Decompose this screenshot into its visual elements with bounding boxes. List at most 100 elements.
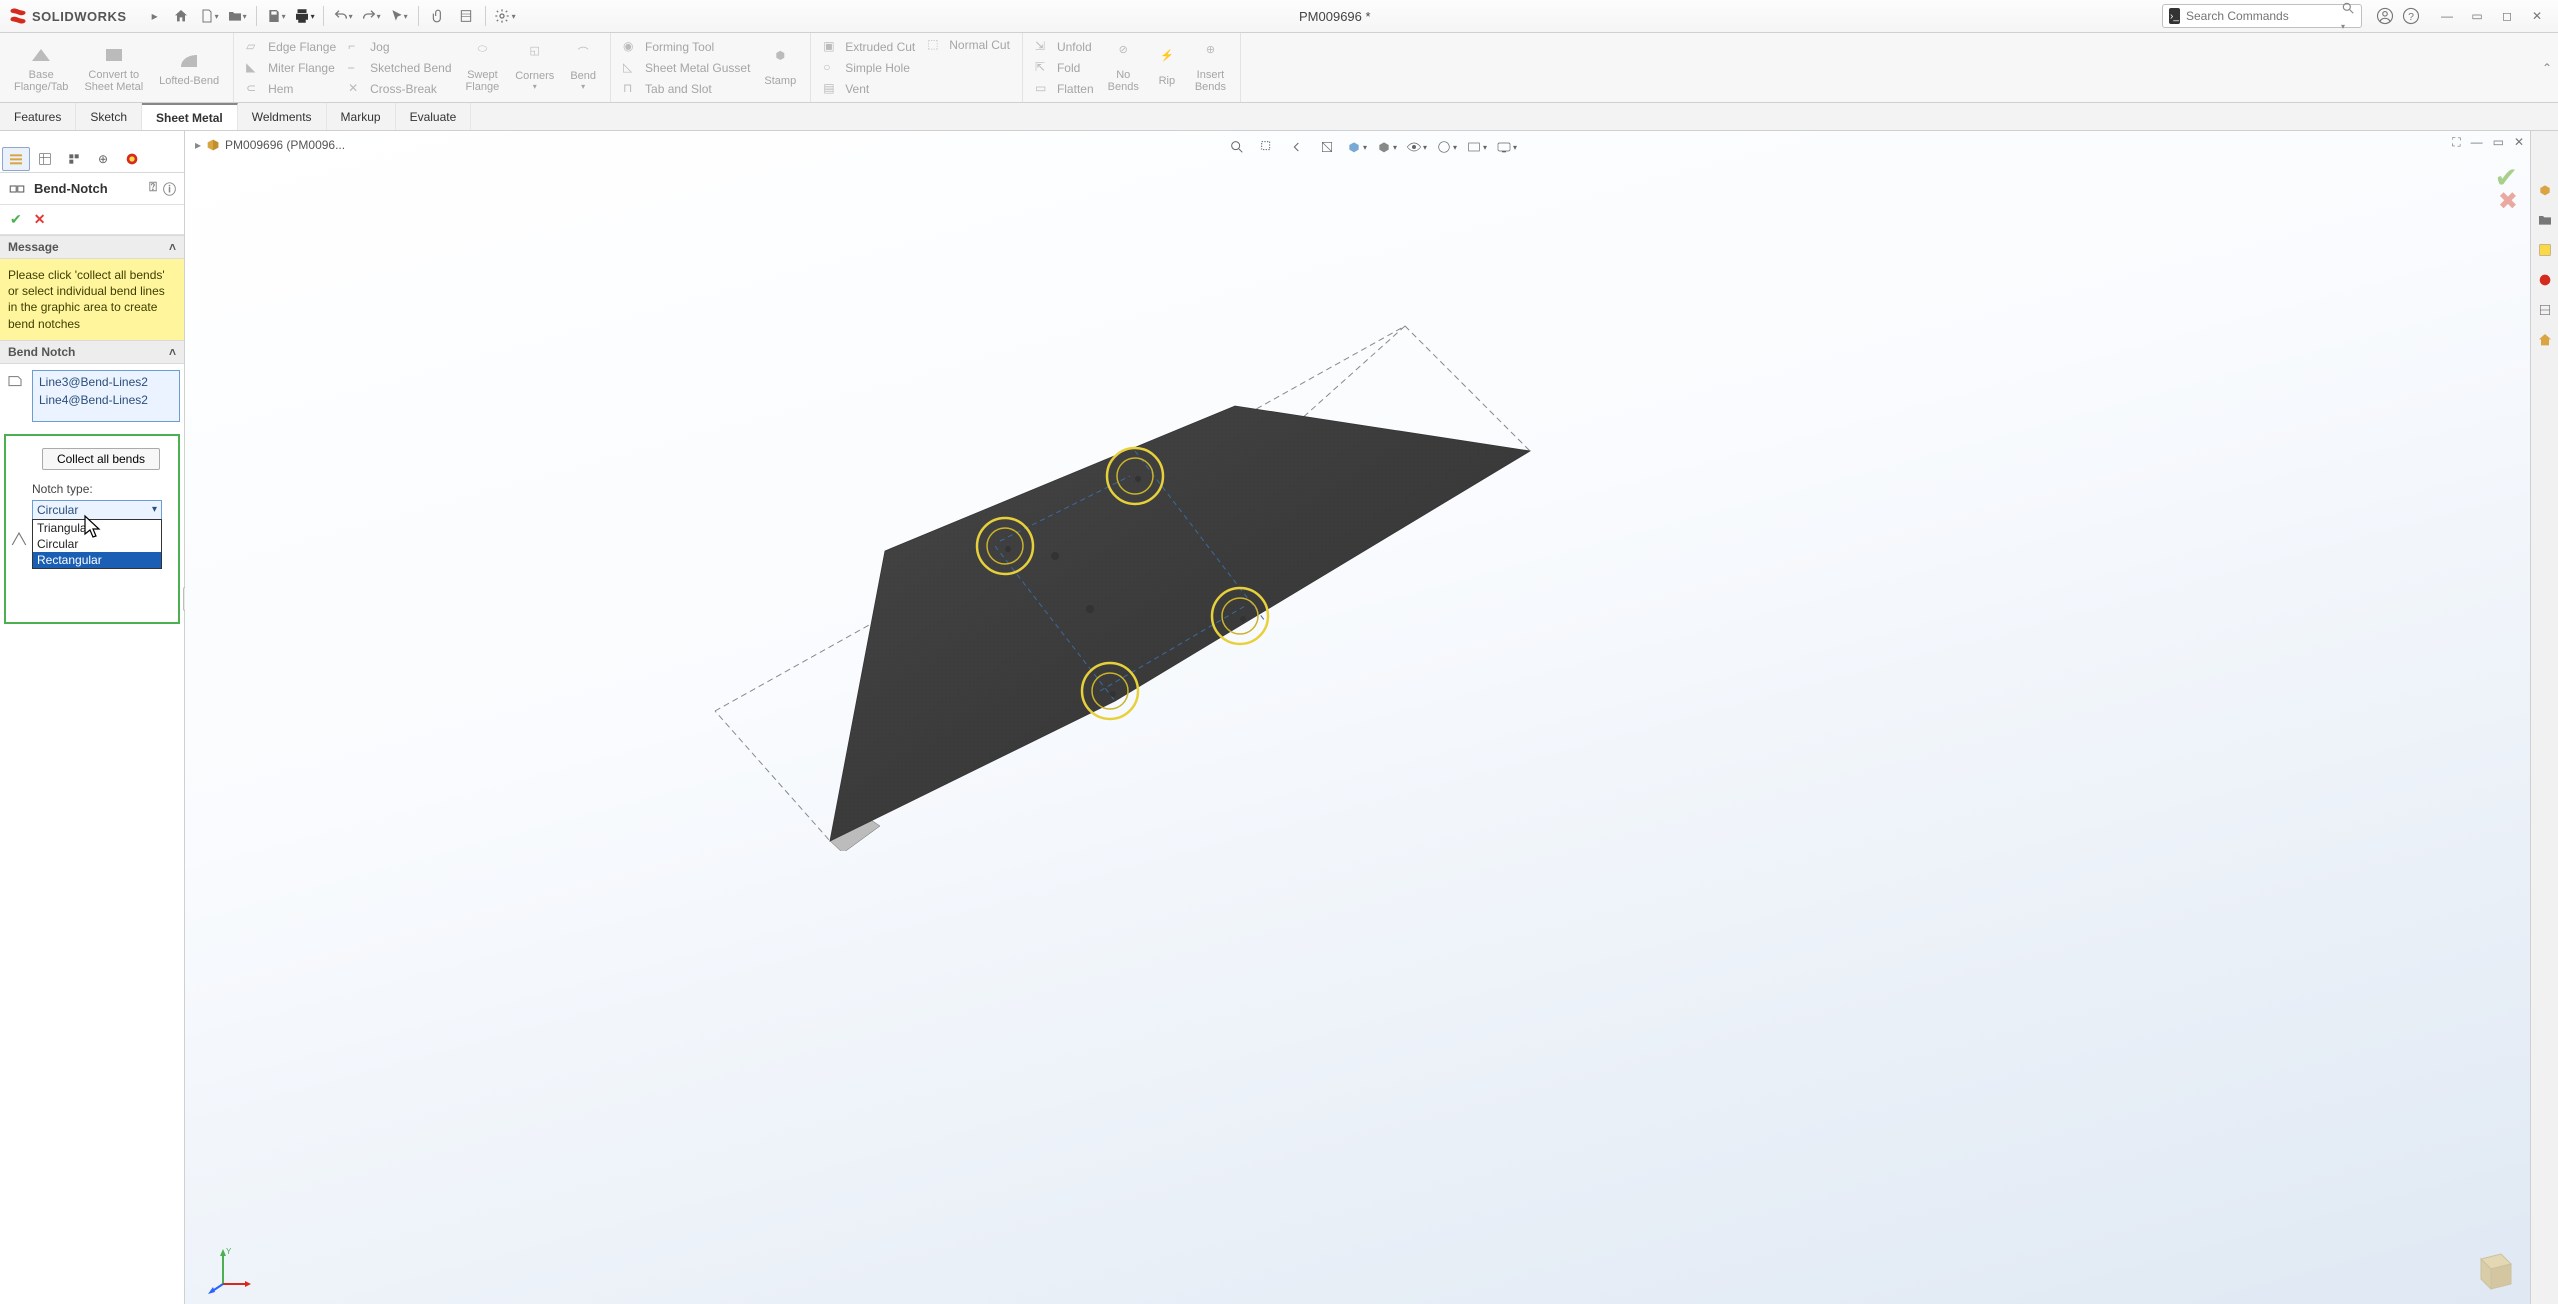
taskpane-folder-icon[interactable] [2534, 209, 2556, 231]
viewport-minimize-icon[interactable]: — [2471, 135, 2483, 150]
miter-flange-button[interactable]: ◣Miter Flange [240, 58, 342, 78]
swept-flange-button[interactable]: ⬭Swept Flange [458, 35, 508, 100]
corners-button[interactable]: ◱Corners▾ [507, 35, 562, 100]
view-cube[interactable] [2466, 1244, 2516, 1294]
help-icon[interactable]: ? [2398, 3, 2424, 29]
tab-slot-button[interactable]: ⊓Tab and Slot [617, 79, 756, 99]
gusset-button[interactable]: ◺Sheet Metal Gusset [617, 58, 756, 78]
sketched-bend-button[interactable]: ⎯Sketched Bend [342, 58, 457, 78]
extruded-cut-button[interactable]: ▣Extruded Cut [817, 37, 921, 57]
bend-button[interactable]: ⌒Bend▾ [562, 35, 604, 100]
convert-sheetmetal-button[interactable]: Convert to Sheet Metal [76, 35, 151, 100]
minimize-icon[interactable]: — [2434, 3, 2460, 29]
list-item[interactable]: Line4@Bend-Lines2 [35, 391, 177, 409]
search-commands[interactable]: ›_ ▾ [2162, 4, 2362, 28]
taskpane-properties-icon[interactable] [2534, 239, 2556, 261]
simple-hole-button[interactable]: ○Simple Hole [817, 58, 921, 78]
fm-tab-property-icon[interactable] [31, 147, 59, 171]
select-icon[interactable]: ▾ [386, 3, 412, 29]
rip-button[interactable]: ⚡Rip [1147, 35, 1187, 100]
open-icon[interactable]: ▾ [224, 3, 250, 29]
taskpane-part-icon[interactable] [2534, 179, 2556, 201]
zoom-area-icon[interactable] [1254, 135, 1280, 159]
stamp-button[interactable]: ⬢Stamp [756, 35, 804, 100]
flatten-button[interactable]: ▭Flatten [1029, 79, 1100, 99]
undo-icon[interactable]: ▾ [330, 3, 356, 29]
close-icon[interactable]: ✕ [2524, 3, 2550, 29]
cancel-button[interactable]: ✕ [34, 211, 46, 228]
save-icon[interactable]: ▾ [263, 3, 289, 29]
feature-tree-breadcrumb[interactable]: ▸ PM009696 (PM0096... [195, 137, 345, 153]
viewport-expand-icon[interactable]: ⛶ [2452, 135, 2460, 150]
orientation-triad[interactable]: Y [203, 1244, 253, 1294]
collect-all-bends-button[interactable]: Collect all bends [42, 448, 160, 470]
forming-tool-button[interactable]: ◉Forming Tool [617, 37, 756, 57]
menu-flyout-icon[interactable]: ▸ [142, 3, 168, 29]
edit-appearance-icon[interactable]: ▾ [1434, 135, 1460, 159]
viewport-restore-icon[interactable]: ▭ [2493, 135, 2504, 150]
restore-icon[interactable]: ▭ [2464, 3, 2490, 29]
maximize-icon[interactable]: ◻ [2494, 3, 2520, 29]
jog-button[interactable]: ⌐Jog [342, 37, 457, 57]
ribbon-expand-icon[interactable]: ⌃ [2542, 61, 2552, 75]
vent-button[interactable]: ▤Vent [817, 79, 921, 99]
section-view-icon[interactable] [1314, 135, 1340, 159]
hide-show-icon[interactable]: ▾ [1404, 135, 1430, 159]
base-flange-button[interactable]: Base Flange/Tab [6, 35, 76, 100]
tab-weldments[interactable]: Weldments [238, 103, 327, 130]
normal-cut-button[interactable]: ⬚Normal Cut [921, 35, 1016, 55]
display-style-icon[interactable]: ▾ [1374, 135, 1400, 159]
lofted-bend-button[interactable]: Lofted-Bend [151, 35, 227, 100]
viewport-window-controls: ⛶ — ▭ ✕ [2452, 135, 2524, 150]
view-settings-icon[interactable]: ▾ [1494, 135, 1520, 159]
tab-sheet-metal[interactable]: Sheet Metal [142, 103, 238, 130]
view-orientation-icon[interactable]: ▾ [1344, 135, 1370, 159]
tab-evaluate[interactable]: Evaluate [396, 103, 472, 130]
ok-button[interactable]: ✔ [10, 211, 22, 228]
pm-section-message[interactable]: Message˄ [0, 235, 184, 259]
insert-bends-button[interactable]: ⊕Insert Bends [1187, 35, 1234, 100]
hem-button[interactable]: ⊂Hem [240, 79, 342, 99]
bend-lines-listbox[interactable]: Line3@Bend-Lines2 Line4@Bend-Lines2 [32, 370, 180, 422]
previous-view-icon[interactable] [1284, 135, 1310, 159]
pm-section-bend-notch[interactable]: Bend Notch˄ [0, 340, 184, 364]
tab-features[interactable]: Features [0, 103, 76, 130]
viewport-close-icon[interactable]: ✕ [2514, 135, 2524, 150]
tab-markup[interactable]: Markup [327, 103, 396, 130]
cross-break-button[interactable]: ✕Cross-Break [342, 79, 457, 99]
rebuild-icon[interactable] [453, 3, 479, 29]
options-gear-icon[interactable]: ▾ [492, 3, 518, 29]
list-item[interactable]: Line3@Bend-Lines2 [35, 373, 177, 391]
edge-flange-button[interactable]: ▱Edge Flange [240, 37, 342, 57]
fm-tab-dimxpert-icon[interactable]: ⊕ [89, 147, 117, 171]
option-circular[interactable]: Circular [33, 536, 161, 552]
tab-sketch[interactable]: Sketch [76, 103, 142, 130]
attach-icon[interactable] [425, 3, 451, 29]
fm-tab-display-icon[interactable] [118, 147, 146, 171]
print-icon[interactable]: ▾ [291, 3, 317, 29]
graphics-viewport[interactable]: ▾ ▾ ▾ ▾ ▾ ▾ ⛶ — ▭ ✕ ✔ ✖ [185, 131, 2558, 1304]
new-doc-icon[interactable]: ▾ [196, 3, 222, 29]
zoom-fit-icon[interactable] [1224, 135, 1250, 159]
fm-tab-feature-tree-icon[interactable] [2, 147, 30, 171]
option-rectangular[interactable]: Rectangular [33, 552, 161, 568]
pm-help-icon[interactable]: ⓘ [163, 179, 176, 198]
search-icon[interactable]: ▾ [2341, 1, 2355, 32]
pm-detailed-help-icon[interactable]: ⍰ [149, 179, 157, 198]
unfold-button[interactable]: ⇲Unfold [1029, 37, 1100, 57]
taskpane-appearance-icon[interactable] [2534, 269, 2556, 291]
taskpane-custom-icon[interactable] [2534, 299, 2556, 321]
fold-button[interactable]: ⇱Fold [1029, 58, 1100, 78]
apply-scene-icon[interactable]: ▾ [1464, 135, 1490, 159]
search-input[interactable] [2186, 9, 2341, 23]
notch-type-select[interactable]: Circular ▾ Triangular Circular Rectangul… [32, 500, 162, 520]
tree-expand-icon[interactable]: ▸ [195, 138, 201, 152]
taskpane-home-icon[interactable] [2534, 329, 2556, 351]
model-geometry[interactable] [435, 211, 1535, 851]
redo-icon[interactable]: ▾ [358, 3, 384, 29]
user-icon[interactable] [2372, 3, 2398, 29]
fm-tab-config-icon[interactable] [60, 147, 88, 171]
option-triangular[interactable]: Triangular [33, 520, 161, 536]
home-icon[interactable] [168, 3, 194, 29]
no-bends-button[interactable]: ⊘No Bends [1100, 35, 1147, 100]
